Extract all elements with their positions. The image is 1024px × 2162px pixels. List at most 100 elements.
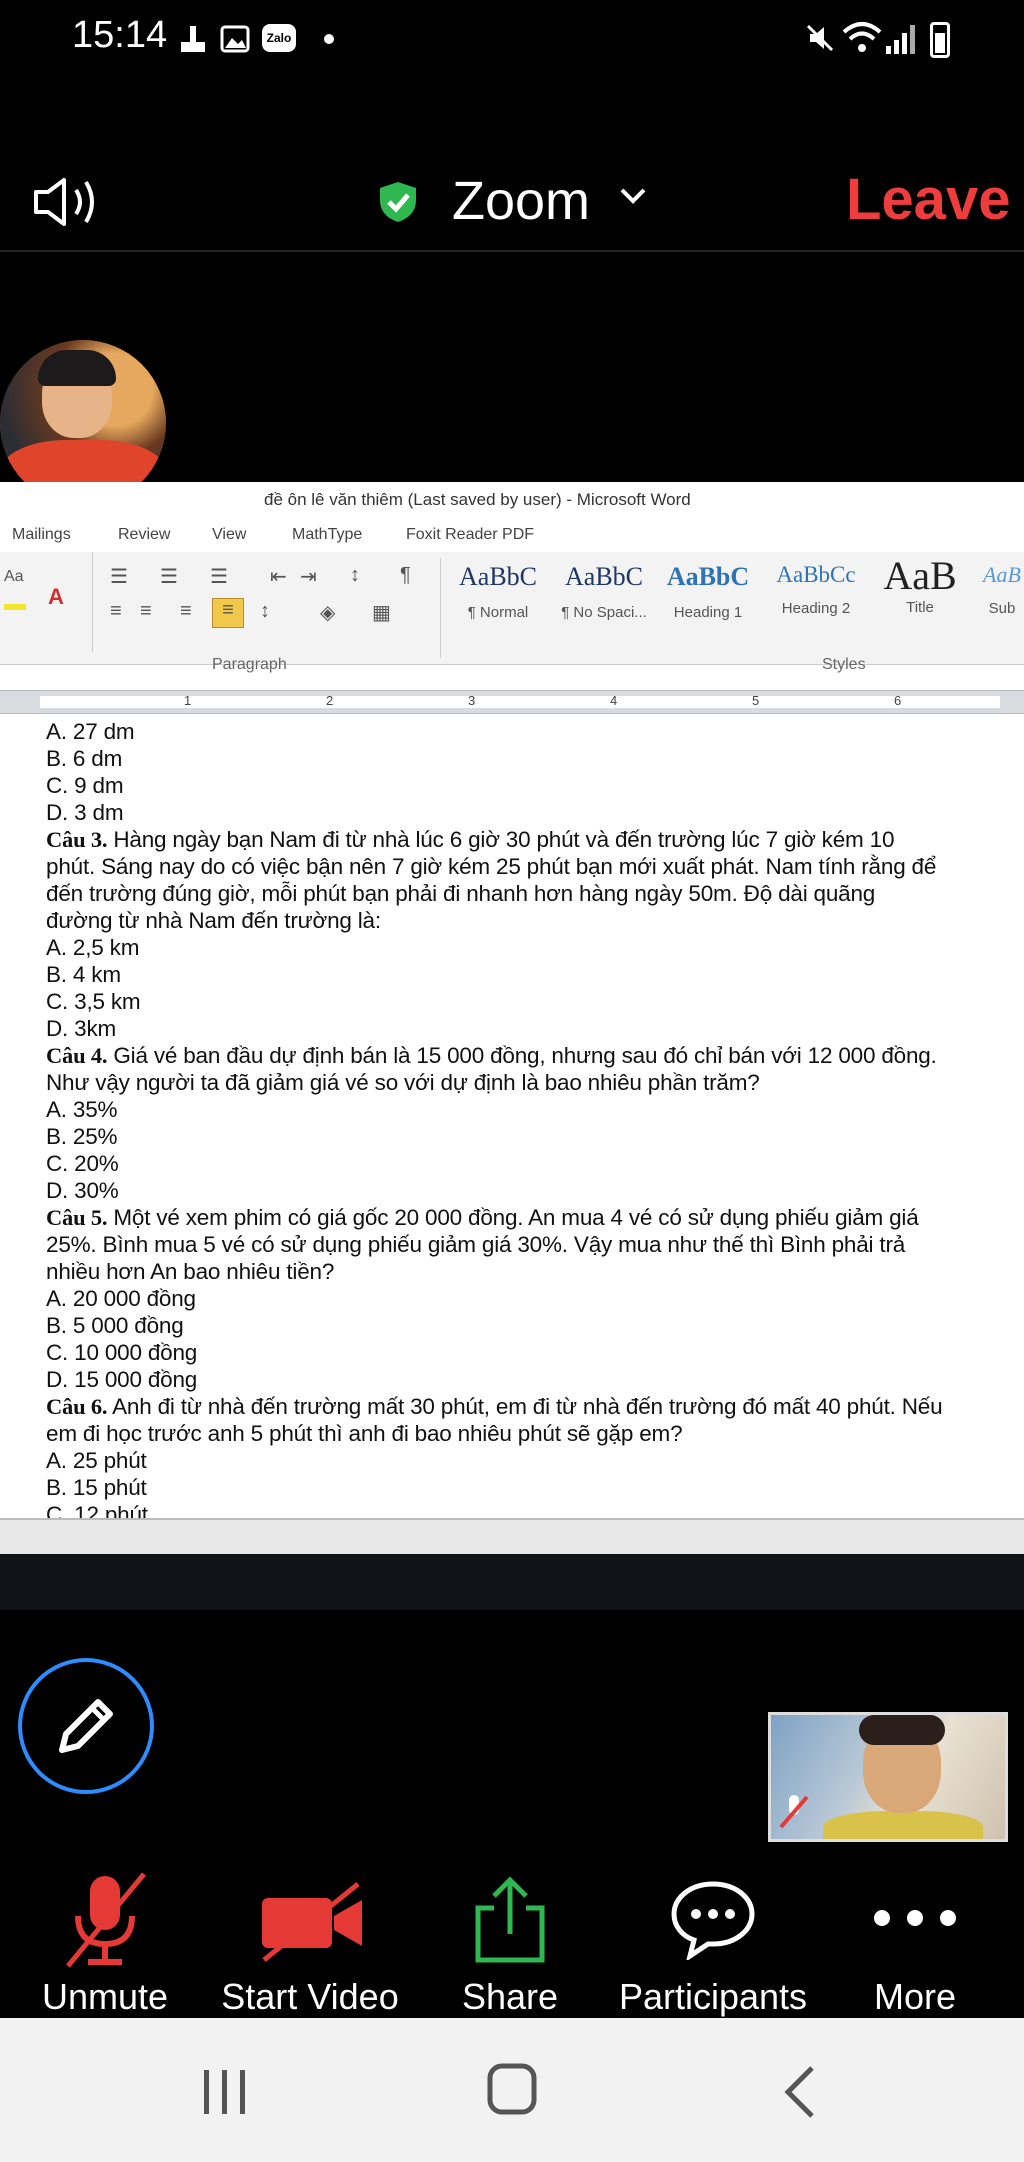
question-paragraph: Câu 6. Anh đi từ nhà đến trường mất 30 p… [46, 1393, 946, 1447]
answer-option: C. 3,5 km [46, 988, 946, 1015]
chevron-down-icon[interactable] [618, 186, 648, 206]
speaker-icon[interactable] [32, 176, 104, 228]
document-bottom-bar [0, 1518, 1024, 1556]
outdent-icon[interactable]: ⇥ [300, 564, 317, 589]
style-name: Title [906, 599, 934, 616]
start-video-label: Start Video [221, 1976, 399, 2017]
sort-icon[interactable]: ↕ [350, 564, 360, 587]
leave-button[interactable]: Leave [846, 166, 1010, 233]
answer-option: B. 4 km [46, 961, 946, 988]
answer-option: B. 25% [46, 1123, 946, 1150]
window-title: đề ôn lê văn thiêm (Last saved by user) … [264, 490, 691, 509]
answer-option: A. 27 dm [46, 718, 946, 745]
style-subtitle[interactable]: AaB Sub [980, 558, 1024, 636]
question-paragraph: Câu 4. Giá vé ban đầu dự định bán là 15 … [46, 1042, 946, 1096]
menu-review[interactable]: Review [118, 526, 170, 544]
style-sample: AaBbCc [776, 562, 856, 587]
header-divider [0, 250, 1024, 252]
start-video-button[interactable]: Start Video [210, 1868, 410, 2018]
style-name: Heading 1 [673, 604, 743, 621]
image-icon [220, 25, 250, 53]
align-right-icon[interactable]: ≡ [180, 600, 192, 623]
style-normal[interactable]: AaBbC ¶ Normal [450, 558, 546, 636]
unmute-button[interactable]: Unmute [30, 1868, 180, 2018]
justify-icon[interactable]: ≡ [212, 598, 244, 628]
group-styles-label: Styles [822, 656, 866, 673]
recent-apps-icon[interactable] [200, 2066, 250, 2118]
answer-option: B. 5 000 đồng [46, 1312, 946, 1339]
paragraph-text: A. 2,5 km [46, 935, 140, 960]
question-number: Câu 4. [46, 1043, 108, 1068]
style-name: Heading 2 [781, 600, 851, 617]
shield-icon [380, 182, 416, 222]
self-video-thumbnail[interactable] [768, 1712, 1008, 1842]
menu-mailings[interactable]: Mailings [12, 526, 71, 544]
font-color-icon[interactable]: A [48, 584, 64, 610]
paragraph-text: B. 15 phút [46, 1475, 147, 1500]
paragraph-text: Một vé xem phim có giá gốc 20 000 đồng. … [46, 1205, 919, 1284]
share-button[interactable]: Share [440, 1868, 580, 2018]
line-spacing-icon[interactable]: ↕ [260, 600, 270, 623]
pilcrow-icon[interactable]: ¶ [400, 564, 411, 587]
multilevel-list-icon[interactable]: ☰ [210, 564, 228, 589]
paragraph-text: D. 15 000 đồng [46, 1367, 198, 1392]
font-size-button[interactable]: Aa [4, 568, 24, 586]
style-title[interactable]: AaB Title [872, 553, 968, 636]
menu-view[interactable]: View [212, 526, 246, 544]
ruler-number: 4 [610, 693, 618, 708]
answer-option: D. 15 000 đồng [46, 1366, 946, 1393]
menu-mathtype[interactable]: MathType [292, 526, 362, 544]
participants-button[interactable]: Participants [608, 1868, 818, 2018]
answer-option: A. 35% [46, 1096, 946, 1123]
style-heading-1[interactable]: AaBbC Heading 1 [660, 558, 756, 636]
style-sample: AaB [983, 562, 1021, 587]
style-heading-2[interactable]: AaBbCc Heading 2 [768, 558, 864, 636]
paragraph-text: A. 20 000 đồng [46, 1286, 196, 1311]
ruler-number: 1 [184, 693, 192, 708]
shading-icon[interactable]: ◈ [320, 600, 335, 625]
participants-label: Participants [618, 1976, 808, 2017]
annotate-button[interactable] [18, 1658, 154, 1794]
align-left-icon[interactable]: ≡ [110, 600, 122, 623]
style-name: Sub [988, 600, 1016, 617]
paragraph-text: B. 5 000 đồng [46, 1313, 184, 1338]
answer-option: D. 3 dm [46, 799, 946, 826]
system-nav-bar [0, 2018, 1024, 2162]
meeting-title[interactable]: Zoom [452, 170, 590, 232]
pencil-icon [59, 1699, 113, 1753]
more-label: More [873, 1976, 957, 2017]
menu-foxit-reader-pdf[interactable]: Foxit Reader PDF [406, 526, 534, 544]
paragraph-text: C. 10 000 đồng [46, 1340, 198, 1365]
question-number: Câu 3. [46, 827, 108, 852]
align-center-icon[interactable]: ≡ [140, 600, 152, 623]
chat-bubble-icon [671, 1881, 755, 1960]
numbering-icon[interactable]: ☰ [160, 564, 178, 589]
more-button[interactable]: More [850, 1868, 980, 2018]
answer-option: D. 3km [46, 1015, 946, 1042]
ruler[interactable]: 1 2 3 4 5 6 [0, 690, 1024, 714]
paragraph-text: B. 6 dm [46, 746, 123, 771]
ruler-number: 2 [326, 693, 334, 708]
paragraph-text: A. 35% [46, 1097, 118, 1122]
paragraph-text: B. 4 km [46, 962, 121, 987]
group-paragraph-label: Paragraph [212, 656, 287, 673]
indent-icon[interactable]: ⇤ [270, 564, 287, 589]
bullets-icon[interactable]: ☰ [110, 564, 128, 589]
ribbon-separator [440, 558, 441, 658]
document-body[interactable]: A. 27 dm B. 6 dm C. 9 dm D. 3 dm Câu 3. Hàng… [46, 718, 946, 1528]
style-name: ¶ Normal [467, 604, 529, 621]
back-icon[interactable] [780, 2064, 820, 2120]
paragraph-text: C. 20% [46, 1151, 119, 1176]
answer-option: B. 6 dm [46, 745, 946, 772]
paragraph-text: A. 27 dm [46, 719, 135, 744]
zalo-icon: Zalo [262, 24, 296, 52]
question-paragraph: Câu 3. Hàng ngày bạn Nam đi từ nhà lúc 6… [46, 826, 946, 934]
ribbon-separator [92, 552, 93, 652]
highlight-color-button[interactable] [4, 604, 26, 610]
battery-icon [930, 22, 950, 58]
share-icon [475, 1876, 545, 1963]
style-no-spacing[interactable]: AaBbC ¶ No Spaci... [556, 558, 652, 636]
unmute-label: Unmute [41, 1976, 169, 2017]
borders-icon[interactable]: ▦ [372, 600, 391, 625]
home-icon[interactable] [486, 2062, 538, 2118]
